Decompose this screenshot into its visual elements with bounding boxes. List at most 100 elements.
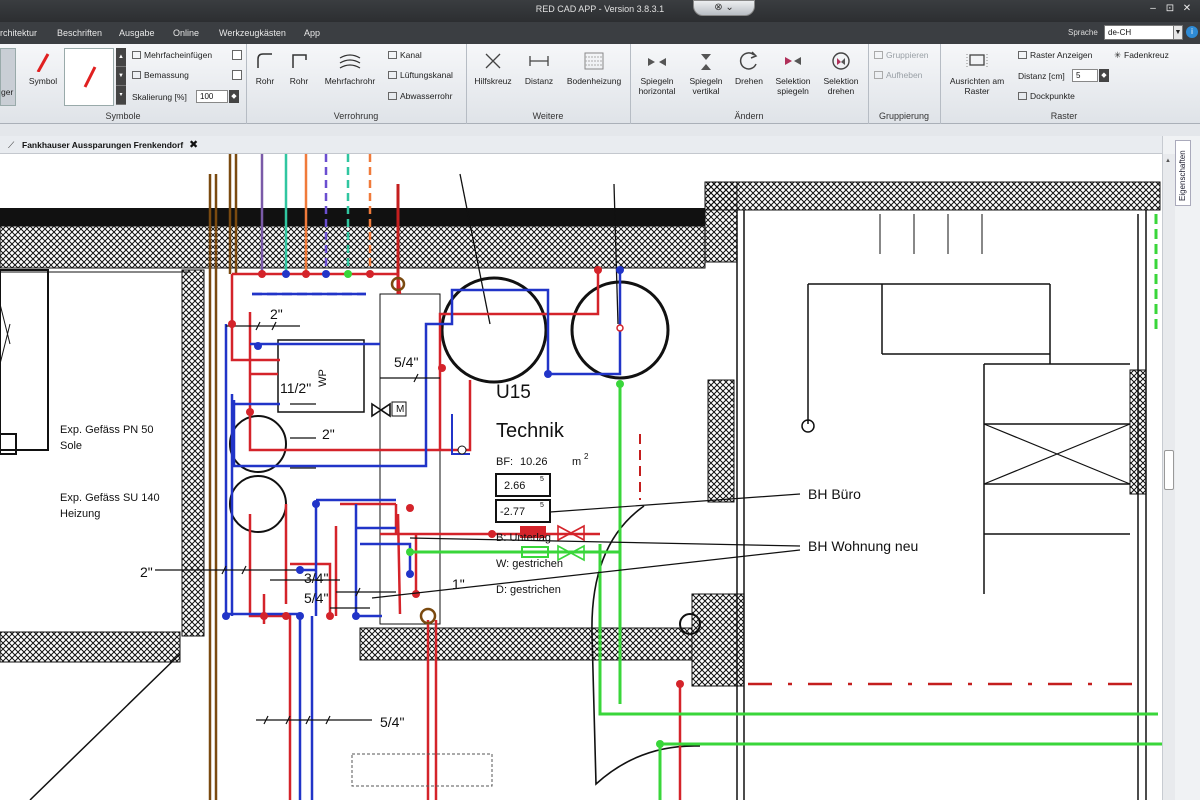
pipe-angle-icon bbox=[292, 54, 307, 68]
rohr-button-2[interactable]: Rohr bbox=[286, 50, 312, 86]
ausrichten-label-1: Ausrichten am bbox=[949, 76, 1005, 86]
language-select[interactable]: de-CH bbox=[1104, 25, 1174, 40]
menu-bar: rchitektur Beschriften Ausgabe Online We… bbox=[0, 22, 1200, 44]
pipe-size-label: 2" bbox=[140, 564, 153, 580]
raster-anzeigen-button[interactable]: Raster Anzeigen bbox=[1018, 50, 1092, 60]
drehen-button[interactable]: Drehen bbox=[732, 50, 766, 86]
distanz-button[interactable]: Distanz bbox=[520, 50, 558, 86]
crosshair-icon: ✳ bbox=[1114, 50, 1122, 60]
pipe-size-label: 2" bbox=[270, 306, 283, 322]
expand-icon[interactable]: ▾ bbox=[116, 86, 126, 105]
menu-app[interactable]: App bbox=[304, 28, 320, 38]
selektion-drehen-button[interactable]: Selektion drehen bbox=[818, 50, 864, 96]
rohr-label-2: Rohr bbox=[289, 76, 309, 86]
room-number: U15 bbox=[496, 382, 531, 403]
pipe-size-label: 5/4" bbox=[380, 714, 405, 730]
bemassung-label: Bemassung bbox=[144, 70, 189, 80]
raster-distanz-spinner[interactable]: ◆ bbox=[1099, 69, 1109, 82]
menu-online[interactable]: Online bbox=[173, 28, 199, 38]
kanal-label: Kanal bbox=[400, 50, 422, 60]
group-label-verrohrung: Verrohrung bbox=[333, 111, 379, 121]
chevron-down-icon[interactable]: ▼ bbox=[1173, 25, 1183, 40]
level-upper: 2.66 bbox=[504, 480, 526, 492]
lueftungskanal-button[interactable]: Lüftungskanal bbox=[388, 70, 453, 80]
chevron-up-icon[interactable]: ▲ bbox=[116, 48, 126, 67]
gruppieren-label: Gruppieren bbox=[886, 50, 929, 60]
window-hatch bbox=[0, 303, 11, 365]
mehrfacheinfuegen-label: Mehrfacheinfügen bbox=[144, 50, 213, 60]
skalierung-input[interactable]: 100 bbox=[196, 90, 228, 103]
pipe-size-label: 11/2" bbox=[280, 380, 312, 396]
mehrfacheinfuegen-checkbox[interactable] bbox=[232, 50, 242, 60]
symbol-preview[interactable] bbox=[64, 48, 114, 106]
symbol-gallery-scroll[interactable]: ▲ ▼ ▾ bbox=[116, 48, 126, 106]
spiegeln-horizontal-button[interactable]: Spiegeln horizontal bbox=[634, 50, 680, 96]
chevron-down-icon[interactable]: ▼ bbox=[116, 67, 126, 86]
symbol-button-label: Symbol bbox=[28, 76, 58, 86]
level-upper-sup: 5 bbox=[540, 476, 544, 483]
menu-beschriften[interactable]: Beschriften bbox=[57, 28, 102, 38]
selection-rotate-icon bbox=[832, 52, 850, 70]
drehen-label: Drehen bbox=[735, 76, 763, 86]
dockpunkte-button[interactable]: Dockpunkte bbox=[1018, 91, 1075, 101]
bodenheizung-button[interactable]: Bodenheizung bbox=[562, 50, 626, 86]
pipe-size-label: 2" bbox=[322, 426, 335, 442]
minimize-icon[interactable]: – bbox=[1146, 3, 1160, 14]
wall-right-pillar bbox=[704, 181, 738, 263]
spiegeln-vertikal-button[interactable]: Spiegeln vertikal bbox=[684, 50, 728, 96]
bemassung-button[interactable]: Bemassung bbox=[132, 70, 189, 80]
floor-area-value: 10.26 bbox=[520, 456, 548, 468]
abwasserrohr-button[interactable]: Abwasserrohr bbox=[388, 91, 452, 101]
finish-floor: B: Unterlag bbox=[496, 532, 552, 544]
skalierung-label: Skalierung [%] bbox=[132, 92, 187, 102]
callout-bh-buero: BH Büro bbox=[808, 486, 861, 502]
level-lower-sup: 5 bbox=[540, 502, 544, 509]
aufheben-button[interactable]: Aufheben bbox=[874, 70, 922, 80]
mehrfacheinfuegen-button[interactable]: Mehrfacheinfügen bbox=[132, 50, 212, 60]
menu-werkzeugkaesten[interactable]: Werkzeugkästen bbox=[219, 28, 286, 38]
fadenkreuz-label: Fadenkreuz bbox=[1124, 50, 1169, 60]
close-tab-icon[interactable]: ✖ bbox=[189, 138, 198, 151]
pipe-size-label: 3/4" bbox=[304, 570, 329, 586]
properties-tab-label: Eigenschaften bbox=[1178, 150, 1187, 201]
abwasserrohr-label: Abwasserrohr bbox=[400, 91, 453, 101]
wall-bottom-mid bbox=[359, 627, 693, 661]
properties-tab[interactable]: Eigenschaften bbox=[1175, 140, 1191, 206]
symbol-button[interactable]: Symbol bbox=[24, 50, 62, 86]
document-tab-title[interactable]: Fankhauser Aussparungen Frenkendorf bbox=[22, 140, 183, 150]
pipe-size-label: 5/4" bbox=[394, 354, 419, 370]
vertical-scrollbar[interactable]: ▲ bbox=[1163, 154, 1175, 800]
dimension-icon bbox=[132, 71, 141, 79]
drawing-canvas[interactable]: 2" 11/2" 5/4" 2" 2" 3/4" 5/4" 1" 5/4" WP… bbox=[0, 154, 1162, 800]
insert-button[interactable]: ger bbox=[0, 48, 16, 106]
scrollbar-thumb[interactable] bbox=[1164, 450, 1174, 490]
selection-mirror-icon bbox=[785, 57, 801, 65]
maximize-icon[interactable]: ⊡ bbox=[1163, 3, 1177, 14]
spiegeln-vertikal-label-2: vertikal bbox=[692, 86, 720, 96]
ungroup-icon bbox=[874, 71, 883, 79]
help-icon[interactable]: i bbox=[1186, 26, 1198, 38]
mirror-horizontal-icon bbox=[648, 58, 666, 66]
mirror-vertical-icon bbox=[701, 54, 711, 70]
skalierung-spinner[interactable]: ◆ bbox=[229, 90, 239, 103]
fadenkreuz-button[interactable]: ✳ Fadenkreuz bbox=[1114, 50, 1169, 61]
mehrfachrohr-button[interactable]: Mehrfachrohr bbox=[318, 50, 382, 86]
kanal-button[interactable]: Kanal bbox=[388, 50, 422, 60]
hilfskreuz-button[interactable]: Hilfskreuz bbox=[470, 50, 516, 86]
menu-architektur[interactable]: rchitektur bbox=[0, 28, 37, 38]
group-label-gruppierung: Gruppierung bbox=[878, 111, 930, 121]
raster-distanz-input[interactable]: 5 bbox=[1072, 69, 1098, 82]
ausrichten-raster-button[interactable]: Ausrichten am Raster bbox=[944, 50, 1010, 96]
bemassung-checkbox[interactable] bbox=[232, 70, 242, 80]
group-icon bbox=[874, 51, 883, 59]
exp-vessel-2-medium: Heizung bbox=[60, 508, 101, 520]
rohr-button-1[interactable]: Rohr bbox=[252, 50, 278, 86]
gruppieren-button[interactable]: Gruppieren bbox=[874, 50, 929, 60]
menu-ausgabe[interactable]: Ausgabe bbox=[119, 28, 155, 38]
quick-access-button[interactable]: ⊗ ⌄ bbox=[693, 0, 755, 16]
wall-top bbox=[0, 225, 706, 269]
selektion-spiegeln-button[interactable]: Selektion spiegeln bbox=[770, 50, 816, 96]
chevron-up-icon[interactable]: ▲ bbox=[1165, 158, 1171, 164]
symbol-icon bbox=[36, 53, 50, 72]
close-icon[interactable]: ✕ bbox=[1180, 3, 1194, 14]
